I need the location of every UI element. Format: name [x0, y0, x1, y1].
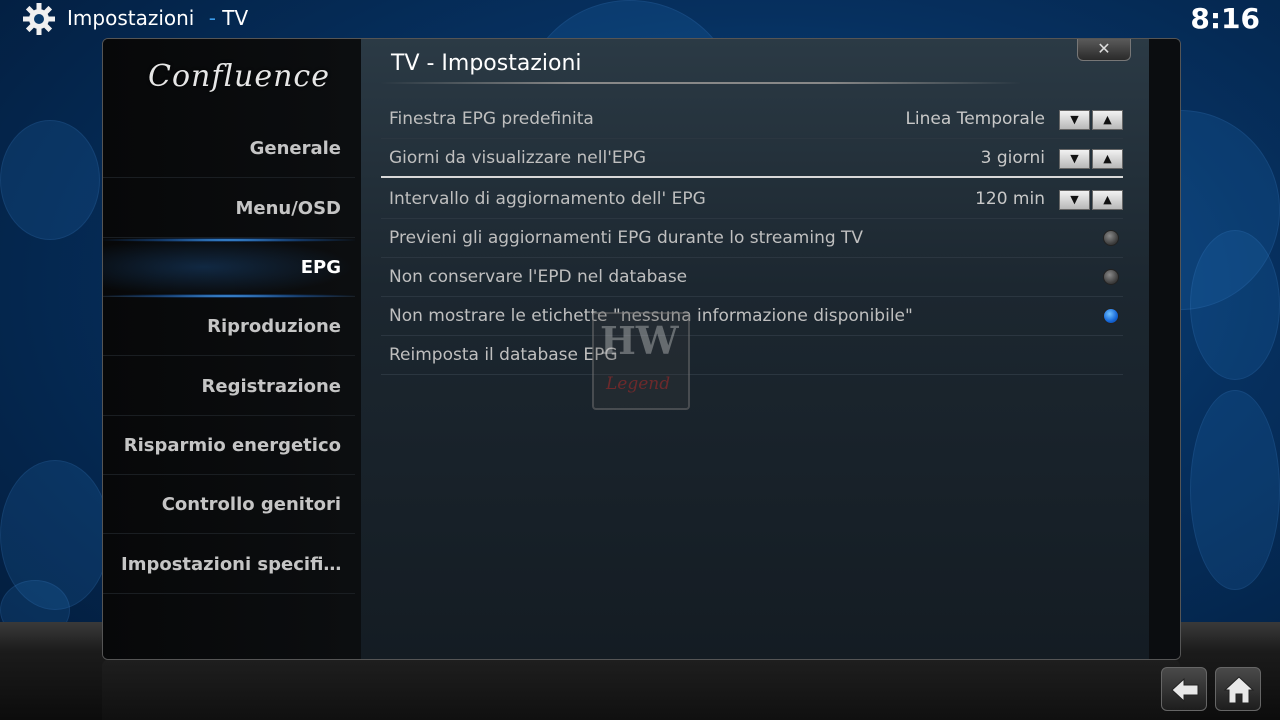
page-title: TV - Impostazioni	[391, 51, 582, 76]
setting-label: Giorni da visualizzare nell'EPG	[389, 148, 647, 168]
radio-toggle-checked[interactable]	[1103, 308, 1119, 324]
spinner-up-button[interactable]: ▲	[1092, 149, 1123, 169]
setting-row-reimposta-database[interactable]: Reimposta il database EPG	[381, 336, 1123, 375]
spinner-control: ▼ ▲	[1059, 190, 1123, 210]
setting-label: Reimposta il database EPG	[389, 345, 618, 365]
back-button[interactable]	[1161, 667, 1207, 711]
setting-label: Non conservare l'EPD nel database	[389, 267, 688, 287]
sidebar-item-epg[interactable]: EPG	[103, 238, 355, 298]
setting-label: Intervallo di aggiornamento dell' EPG	[389, 189, 706, 209]
breadcrumb-separator: -	[208, 6, 216, 30]
sidebar-item-label: EPG	[300, 257, 341, 278]
sidebar-item-menu-osd[interactable]: Menu/OSD	[103, 179, 355, 238]
setting-row-non-conservare-epd[interactable]: Non conservare l'EPD nel database	[381, 258, 1123, 297]
sidebar-item-riproduzione[interactable]: Riproduzione	[103, 297, 355, 356]
spinner-up-button[interactable]: ▲	[1092, 190, 1123, 210]
setting-row-previeni-aggiornamenti[interactable]: Previeni gli aggiornamenti EPG durante l…	[381, 219, 1123, 258]
breadcrumb-section: Impostazioni	[67, 6, 195, 30]
panel-edge	[1149, 39, 1180, 659]
radio-toggle[interactable]	[1103, 269, 1119, 285]
watermark-bottom-text: Legend	[606, 374, 671, 394]
spinner-control: ▼ ▲	[1059, 149, 1123, 169]
radio-toggle[interactable]	[1103, 230, 1119, 246]
settings-content: TV - Impostazioni Finestra EPG predefini…	[361, 39, 1149, 659]
sidebar: Confluence Generale Menu/OSD EPG Riprodu…	[103, 39, 360, 659]
sidebar-item-label: Menu/OSD	[235, 198, 341, 219]
sidebar-item-label: Generale	[249, 138, 341, 159]
setting-label: Previeni gli aggiornamenti EPG durante l…	[389, 228, 864, 248]
bottom-shelf	[102, 660, 1180, 720]
sidebar-item-impostazioni-specifiche[interactable]: Impostazioni specifi…	[103, 535, 355, 594]
confluence-logo: Confluence	[148, 59, 330, 94]
setting-row-finestra-epg[interactable]: Finestra EPG predefinita Linea Temporale…	[381, 100, 1123, 139]
spinner-down-button[interactable]: ▼	[1059, 110, 1090, 130]
sidebar-item-label: Registrazione	[201, 376, 342, 397]
gear-icon	[23, 3, 55, 35]
sidebar-item-label: Controllo genitori	[161, 494, 341, 515]
spinner-up-button[interactable]: ▲	[1092, 110, 1123, 130]
spinner-control: ▼ ▲	[1059, 110, 1123, 130]
sidebar-item-controllo-genitori[interactable]: Controllo genitori	[103, 475, 355, 534]
setting-row-non-mostrare-etichette[interactable]: Non mostrare le etichette "nessuna infor…	[381, 297, 1123, 336]
setting-row-giorni-epg[interactable]: Giorni da visualizzare nell'EPG 3 giorni…	[381, 139, 1123, 178]
setting-value: 120 min	[975, 189, 1045, 209]
settings-panel: Confluence Generale Menu/OSD EPG Riprodu…	[102, 38, 1181, 660]
breadcrumb-subsection: TV	[222, 6, 249, 30]
home-icon	[1223, 676, 1255, 704]
sidebar-item-label: Risparmio energetico	[123, 435, 341, 456]
clock: 8:16	[1190, 2, 1260, 35]
sidebar-item-registrazione[interactable]: Registrazione	[103, 357, 355, 416]
back-arrow-icon	[1171, 677, 1199, 703]
setting-label: Finestra EPG predefinita	[389, 109, 594, 129]
title-divider	[381, 82, 1021, 84]
breadcrumb: Impostazioni - TV	[67, 6, 248, 30]
top-bar: Impostazioni - TV 8:16	[0, 0, 1280, 38]
sidebar-item-label: Impostazioni specifi…	[121, 554, 342, 575]
home-button[interactable]	[1215, 667, 1261, 711]
spinner-down-button[interactable]: ▼	[1059, 190, 1090, 210]
setting-value: 3 giorni	[980, 148, 1045, 168]
setting-value: Linea Temporale	[905, 109, 1045, 129]
watermark-top-text: HW	[600, 318, 679, 363]
close-button[interactable]: ✕	[1077, 39, 1131, 61]
sidebar-item-risparmio-energetico[interactable]: Risparmio energetico	[103, 416, 355, 475]
watermark-logo: HW Legend	[592, 312, 690, 410]
sidebar-item-label: Riproduzione	[207, 316, 341, 337]
spinner-down-button[interactable]: ▼	[1059, 149, 1090, 169]
sidebar-item-generale[interactable]: Generale	[103, 119, 355, 178]
setting-row-intervallo-aggiornamento[interactable]: Intervallo di aggiornamento dell' EPG 12…	[381, 180, 1123, 219]
